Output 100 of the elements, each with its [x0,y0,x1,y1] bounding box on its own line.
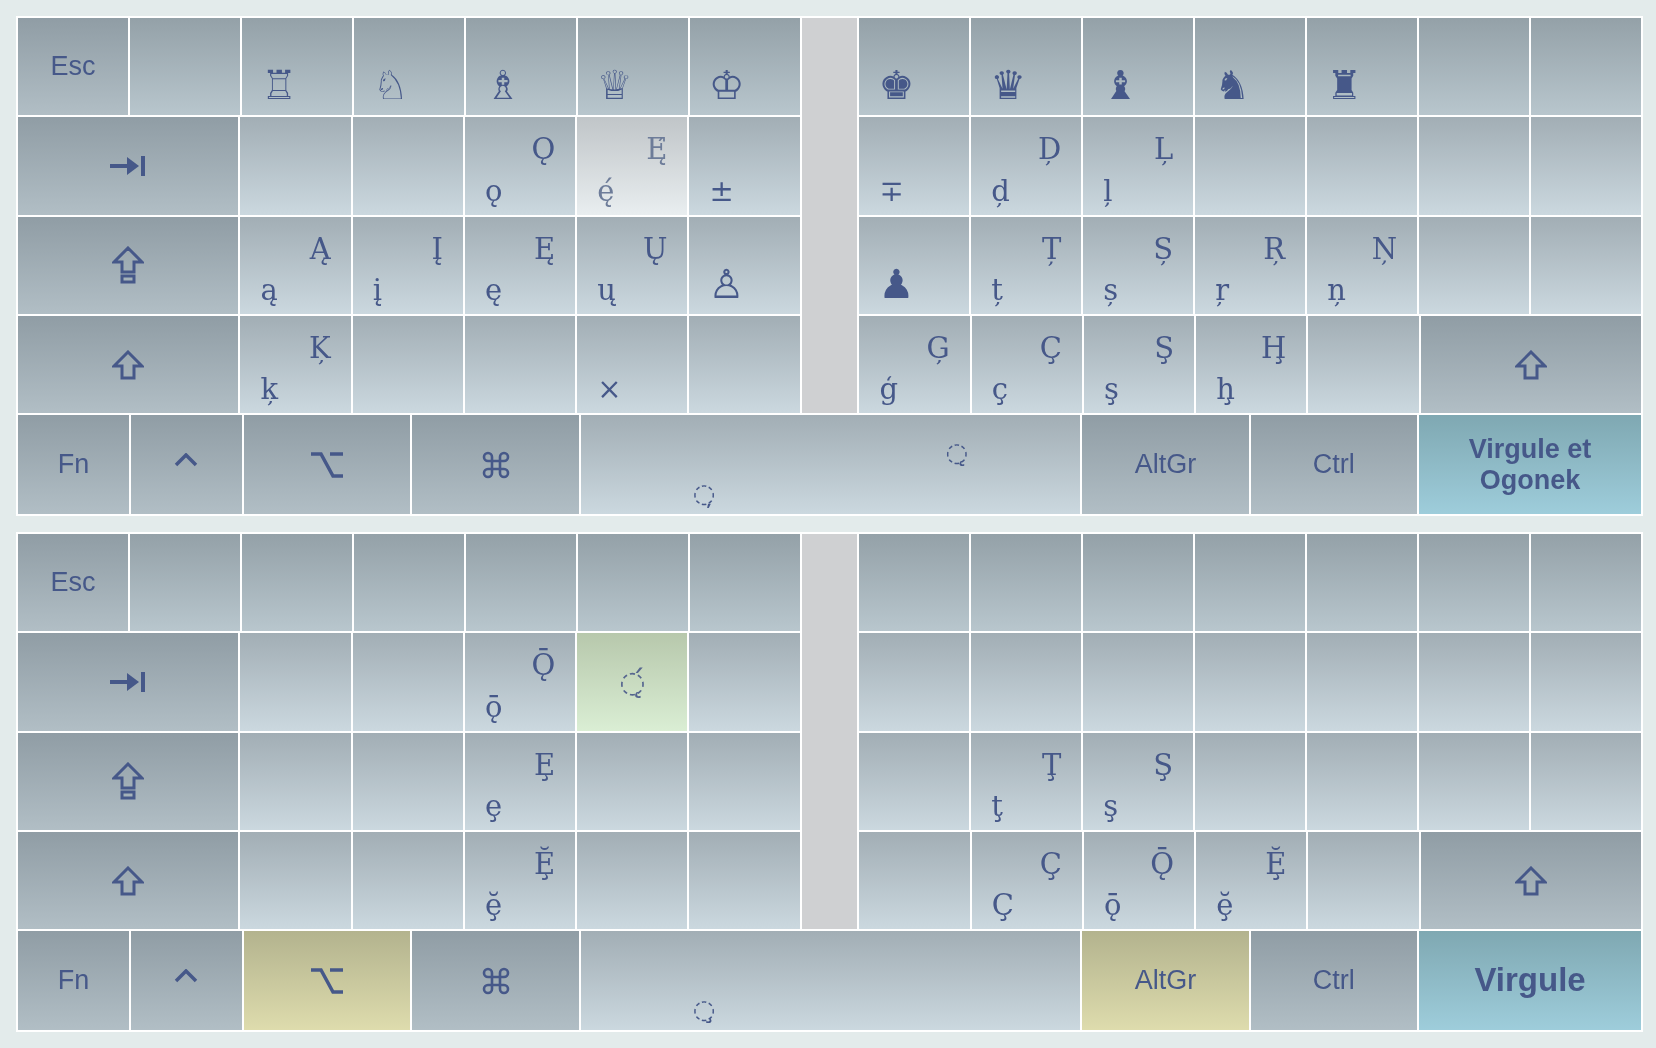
keyboard-key[interactable] [1307,732,1418,830]
ctrl-key[interactable]: Ctrl [1250,415,1418,514]
keyboard-key[interactable]: d̦ D̦ [971,117,1082,215]
keyboard-key[interactable]: ♞ [1195,18,1306,116]
fn-key[interactable]: Fn [18,415,129,514]
keyboard-key[interactable] [1307,117,1418,215]
control-key[interactable] [130,415,242,514]
keyboard-key[interactable] [1419,732,1530,830]
keyboard-key[interactable]: ∓ [859,117,970,215]
command-key[interactable] [412,415,579,514]
keyboard-key[interactable] [1307,633,1418,731]
keyboard-key[interactable]: ♛ [971,18,1082,116]
keyboard-key[interactable]: ǫ Ǫ [464,117,576,215]
keyboard-key[interactable]: ♙ [689,216,800,314]
keyboard-key[interactable] [577,831,688,930]
keyboard-key[interactable]: ḝ Ḝ [1196,831,1307,930]
keyboard-key[interactable]: ◌̨́ [577,633,688,731]
keyboard-key[interactable]: ţ Ţ [971,732,1082,830]
keyboard-key[interactable] [1531,18,1641,116]
keyboard-key[interactable] [1531,117,1641,215]
keyboard-key[interactable] [859,831,970,930]
keyboard-key[interactable] [352,831,463,930]
keyboard-key[interactable]: ♔ [689,18,800,116]
command-key[interactable] [412,931,579,1030]
keyboard-key[interactable]: ș Ș [1083,216,1194,314]
keyboard-key[interactable] [859,633,970,731]
keyboard-key[interactable]: ♖ [241,18,352,116]
keyboard-key[interactable]: ḩ Ḩ [1196,315,1307,414]
keyboard-key[interactable]: į Į [352,216,463,314]
keyboard-key[interactable] [240,732,351,830]
keyboard-key[interactable] [1419,633,1530,731]
keyboard-key[interactable] [1195,633,1306,731]
keyboard-key[interactable] [129,18,240,116]
keyboard-key[interactable] [1531,633,1641,731]
keyboard-key[interactable]: ş Ş [1083,732,1194,830]
keyboard-key[interactable] [352,117,463,215]
keyboard-key[interactable]: ģ Ģ [859,315,970,414]
keyboard-key[interactable] [1195,534,1306,632]
keyboard-key[interactable] [465,534,576,632]
space-key[interactable]: ◌̧ [580,931,1081,1030]
keyboard-key[interactable]: ŗ Ŗ [1195,216,1306,314]
shift-key[interactable] [18,831,239,930]
keyboard-key[interactable] [353,534,464,632]
keyboard-key[interactable] [689,633,800,731]
keyboard-key[interactable] [464,315,576,414]
space-key[interactable]: ◌̦ ◌̨ [580,415,1081,514]
shift-key[interactable] [18,315,239,414]
option-key[interactable] [243,931,411,1030]
keyboard-key[interactable] [1419,216,1530,314]
keyboard-key[interactable] [352,732,463,830]
keyboard-key[interactable]: ç Ç [971,315,1082,414]
keyboard-key[interactable] [352,633,463,731]
keyboard-key[interactable] [859,534,970,632]
keyboard-key[interactable]: ȩ Ȩ [464,732,576,830]
keyboard-key[interactable] [1308,315,1419,414]
keyboard-key[interactable]: ę Ę [464,216,576,314]
keyboard-key[interactable] [1419,117,1530,215]
keyboard-key[interactable] [352,315,463,414]
keyboard-key[interactable] [577,534,688,632]
keyboard-key[interactable]: ț Ț [971,216,1082,314]
keyboard-key[interactable]: ♘ [353,18,464,116]
keyboard-key[interactable] [240,117,351,215]
keyboard-key[interactable]: ♕ [577,18,688,116]
keyboard-key[interactable] [859,732,970,830]
keyboard-key[interactable] [1083,633,1194,731]
keyboard-key[interactable]: ļ Ļ [1083,117,1194,215]
keyboard-key[interactable] [1083,534,1194,632]
altgr-key[interactable]: AltGr [1082,415,1249,514]
caps-lock-key[interactable] [18,216,239,314]
keyboard-key[interactable] [971,534,1082,632]
keyboard-key[interactable] [689,732,800,830]
keyboard-key[interactable]: ą Ą [240,216,351,314]
keyboard-key[interactable] [240,831,351,930]
keyboard-key[interactable] [689,315,800,414]
escape-key[interactable]: Esc [18,534,128,632]
caps-lock-key[interactable] [18,732,239,830]
keyboard-key[interactable] [1307,534,1418,632]
keyboard-key[interactable]: ų Ų [577,216,688,314]
keyboard-key[interactable]: ± [689,117,800,215]
ctrl-key[interactable]: Ctrl [1250,931,1418,1030]
shift-key[interactable] [1420,315,1642,414]
keyboard-key[interactable] [240,633,351,731]
keyboard-key[interactable]: ķ Ķ [240,315,351,414]
keyboard-key[interactable]: ḝ Ḝ [464,831,576,930]
keyboard-key[interactable]: ♝ [1083,18,1194,116]
keyboard-key[interactable]: ǭ Ǭ [464,633,576,731]
keyboard-key[interactable]: ş Ş [1083,315,1195,414]
keyboard-key[interactable] [971,633,1082,731]
keyboard-key[interactable]: ♟ [859,216,970,314]
keyboard-key[interactable]: × [577,315,688,414]
keyboard-key[interactable] [577,732,688,830]
tab-key[interactable] [18,633,239,731]
keyboard-key[interactable]: ♗ [465,18,576,116]
keyboard-key[interactable] [689,831,800,930]
keyboard-key[interactable]: ♜ [1307,18,1418,116]
mode-key[interactable]: Virgule et Ogonek [1419,415,1642,514]
keyboard-key[interactable] [689,534,800,632]
keyboard-key[interactable] [241,534,352,632]
keyboard-key[interactable] [129,534,240,632]
escape-key[interactable]: Esc [18,18,128,116]
